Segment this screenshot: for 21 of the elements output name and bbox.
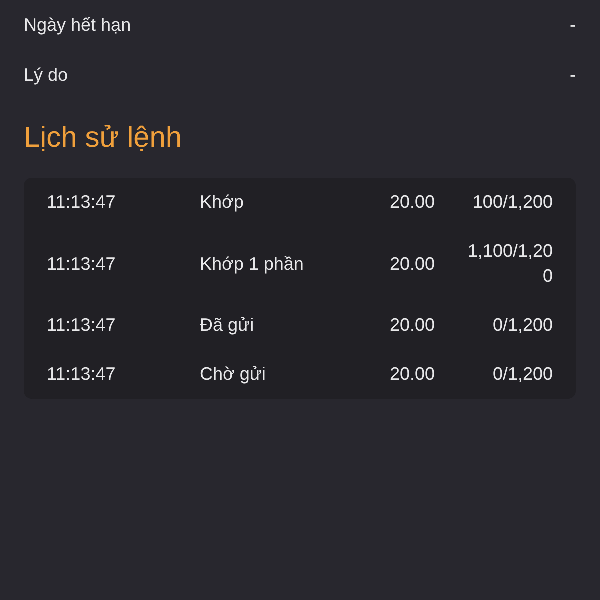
detail-label: Ngày hết hạn [24,14,132,37]
quantity-cell-text: 1,100/1,200 [466,240,553,288]
status-cell: Chờ gửi [200,364,266,384]
time-cell: 11:13:47 [47,192,116,212]
detail-value: - [570,14,576,36]
price-cell: 20.00 [390,315,435,335]
section-title: Lịch sử lệnh [24,121,182,156]
detail-value: - [570,64,576,86]
time-cell: 11:13:47 [47,254,116,274]
status-cell: Khớp [200,192,244,212]
quantity-cell-text: 100/1,200 [472,191,553,214]
price-cell: 20.00 [390,254,435,274]
time-cell: 11:13:47 [47,315,116,335]
quantity-cell-text: 0/1,200 [492,363,553,386]
detail-label: Lý do [24,64,68,87]
quantity-cell-text: 0/1,200 [492,314,553,337]
price-cell: 20.00 [390,192,435,212]
price-cell: 20.00 [390,364,435,384]
status-cell: Đã gửi [200,315,254,335]
status-cell: Khớp 1 phần [200,254,304,274]
time-cell: 11:13:47 [47,364,116,384]
